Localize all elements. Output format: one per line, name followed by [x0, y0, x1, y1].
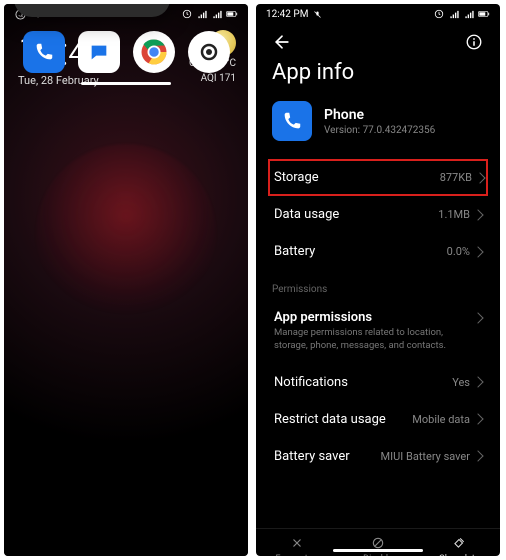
- restrict-data-label: Restrict data usage: [274, 412, 386, 427]
- battery-icon: [226, 8, 238, 20]
- signal-icon: [196, 8, 208, 20]
- restrict-data-row[interactable]: Restrict data usage Mobile data: [272, 401, 484, 438]
- chevron-right-icon: [472, 312, 483, 323]
- data-usage-label: Data usage: [274, 207, 339, 222]
- broom-icon: [451, 535, 467, 551]
- restrict-data-value: Mobile data: [412, 413, 470, 426]
- clear-data-button[interactable]: Clear data: [419, 535, 500, 556]
- chevron-right-icon: [472, 413, 483, 424]
- dock-camera[interactable]: [181, 31, 236, 73]
- notifications-row[interactable]: Notifications Yes: [272, 364, 484, 401]
- mic-off-icon: [311, 8, 323, 20]
- battery-saver-label: Battery saver: [274, 449, 350, 464]
- dock-chrome[interactable]: [126, 31, 181, 73]
- dock-phone[interactable]: [16, 31, 71, 73]
- battery-icon: [478, 8, 490, 20]
- storage-label: Storage: [274, 170, 319, 185]
- statusbar: 12:42 PM: [256, 4, 500, 22]
- dock: [4, 31, 248, 73]
- chevron-right-icon: [474, 172, 485, 183]
- app-permissions-desc: Manage permissions related to location, …: [274, 327, 474, 353]
- notifications-value: Yes: [452, 376, 470, 389]
- chevron-right-icon: [472, 450, 483, 461]
- permissions-section-label: Permissions: [272, 284, 484, 295]
- data-usage-value: 1.1MB: [438, 208, 470, 221]
- battery-label: Battery: [274, 244, 315, 259]
- weather-aqi: AQI 171: [201, 73, 236, 86]
- clock-icon: [181, 8, 193, 20]
- disable-button[interactable]: Disable: [337, 535, 418, 556]
- clock-icon: [433, 8, 445, 20]
- signal-icon: [448, 8, 460, 20]
- clear-data-label: Clear data: [439, 554, 480, 556]
- screen-time-popup: Screen time 4h 27m App info: [14, 4, 170, 17]
- app-permissions-row[interactable]: App permissions Manage permissions relat…: [272, 299, 484, 364]
- battery-row[interactable]: Battery 0.0%: [272, 233, 484, 270]
- phone-app-icon: [272, 101, 312, 141]
- chevron-right-icon: [472, 376, 483, 387]
- notifications-label: Notifications: [274, 375, 348, 390]
- storage-value: 877KB: [440, 171, 472, 184]
- battery-value: 0.0%: [447, 245, 470, 258]
- data-usage-row[interactable]: Data usage 1.1MB: [272, 196, 484, 233]
- nav-handle[interactable]: [333, 549, 423, 552]
- force-stop-button[interactable]: Force stop: [256, 535, 337, 556]
- disable-label: Disable: [363, 554, 393, 556]
- app-permissions-label: App permissions: [274, 310, 474, 325]
- info-icon[interactable]: [464, 32, 484, 52]
- dock-messages[interactable]: [71, 31, 126, 73]
- force-stop-label: Force stop: [275, 554, 317, 556]
- app-header: Phone Version: 77.0.432472356: [272, 101, 484, 141]
- statusbar-time: 12:42 PM: [266, 9, 308, 20]
- chevron-right-icon: [472, 246, 483, 257]
- app-info-screen: 12:42 PM App info Phon: [256, 4, 500, 556]
- signal-icon-2: [463, 8, 475, 20]
- close-icon: [289, 535, 305, 551]
- home-screen: •• 12:42 Tue, 28 February: [4, 4, 248, 556]
- battery-saver-row[interactable]: Battery saver MIUI Battery saver: [272, 438, 484, 475]
- back-button[interactable]: [272, 32, 292, 52]
- nav-handle[interactable]: [81, 82, 171, 85]
- chevron-right-icon: [472, 209, 483, 220]
- app-name: Phone: [324, 107, 435, 123]
- page-title: App info: [272, 60, 484, 85]
- app-version: Version: 77.0.432472356: [324, 125, 435, 136]
- storage-row[interactable]: Storage 877KB: [268, 159, 488, 196]
- signal-icon-2: [211, 8, 223, 20]
- battery-saver-value: MIUI Battery saver: [381, 450, 470, 463]
